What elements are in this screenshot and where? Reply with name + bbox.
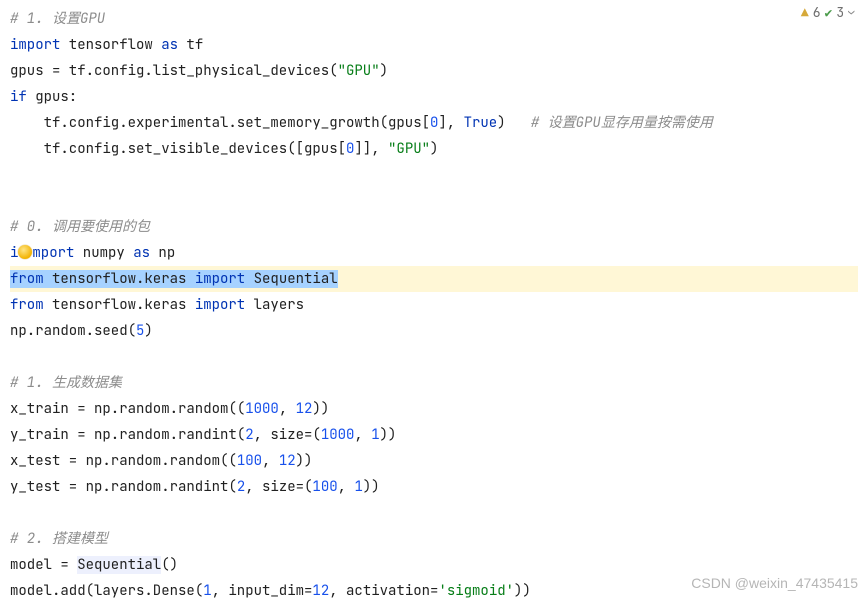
warning-count: 6 [813, 6, 821, 19]
code-line[interactable]: tf.config.experimental.set_memory_growth… [10, 110, 858, 136]
code-line[interactable]: gpus = tf.config.list_physical_devices("… [10, 58, 858, 84]
code-line[interactable]: import tensorflow as tf [10, 32, 858, 58]
intention-bulb-icon[interactable] [18, 245, 32, 259]
code-line-highlighted[interactable]: from tensorflow.keras import Sequential [10, 266, 858, 292]
code-line[interactable]: np.random.seed(5) [10, 318, 858, 344]
code-line[interactable]: model.add(layers.Dense(1, input_dim=12, … [10, 578, 858, 604]
code-editor[interactable]: # 1. 设置GPU import tensorflow as tf gpus … [10, 6, 858, 604]
more-icon[interactable]: › [846, 9, 859, 17]
code-line[interactable]: x_test = np.random.random((100, 12)) [10, 448, 858, 474]
ok-icon: ✔ [825, 6, 833, 19]
inspections-summary[interactable]: ▲ 6 ✔ 3 › [801, 6, 856, 19]
warning-icon: ▲ [801, 6, 809, 19]
blank-line[interactable] [10, 344, 858, 370]
blank-line[interactable] [10, 188, 858, 214]
comment: # 0. 调用要使用的包 [10, 218, 150, 236]
code-line[interactable]: # 2. 搭建模型 [10, 526, 858, 552]
comment: # 1. 设置GPU [10, 10, 105, 28]
code-line[interactable]: y_train = np.random.randint(2, size=(100… [10, 422, 858, 448]
code-line[interactable]: # 1. 生成数据集 [10, 370, 858, 396]
code-line[interactable]: y_test = np.random.randint(2, size=(100,… [10, 474, 858, 500]
blank-line[interactable] [10, 500, 858, 526]
comment: # 1. 生成数据集 [10, 374, 122, 392]
comment: # 2. 搭建模型 [10, 530, 108, 548]
code-line[interactable]: model = Sequential() [10, 552, 858, 578]
code-line[interactable]: if gpus: [10, 84, 858, 110]
code-line[interactable]: import numpy as np [10, 240, 858, 266]
code-line[interactable]: tf.config.set_visible_devices([gpus[0]],… [10, 136, 858, 162]
blank-line[interactable] [10, 162, 858, 188]
code-line[interactable]: from tensorflow.keras import layers [10, 292, 858, 318]
code-line[interactable]: x_train = np.random.random((1000, 12)) [10, 396, 858, 422]
code-line[interactable]: # 0. 调用要使用的包 [10, 214, 858, 240]
code-line[interactable]: # 1. 设置GPU [10, 6, 858, 32]
